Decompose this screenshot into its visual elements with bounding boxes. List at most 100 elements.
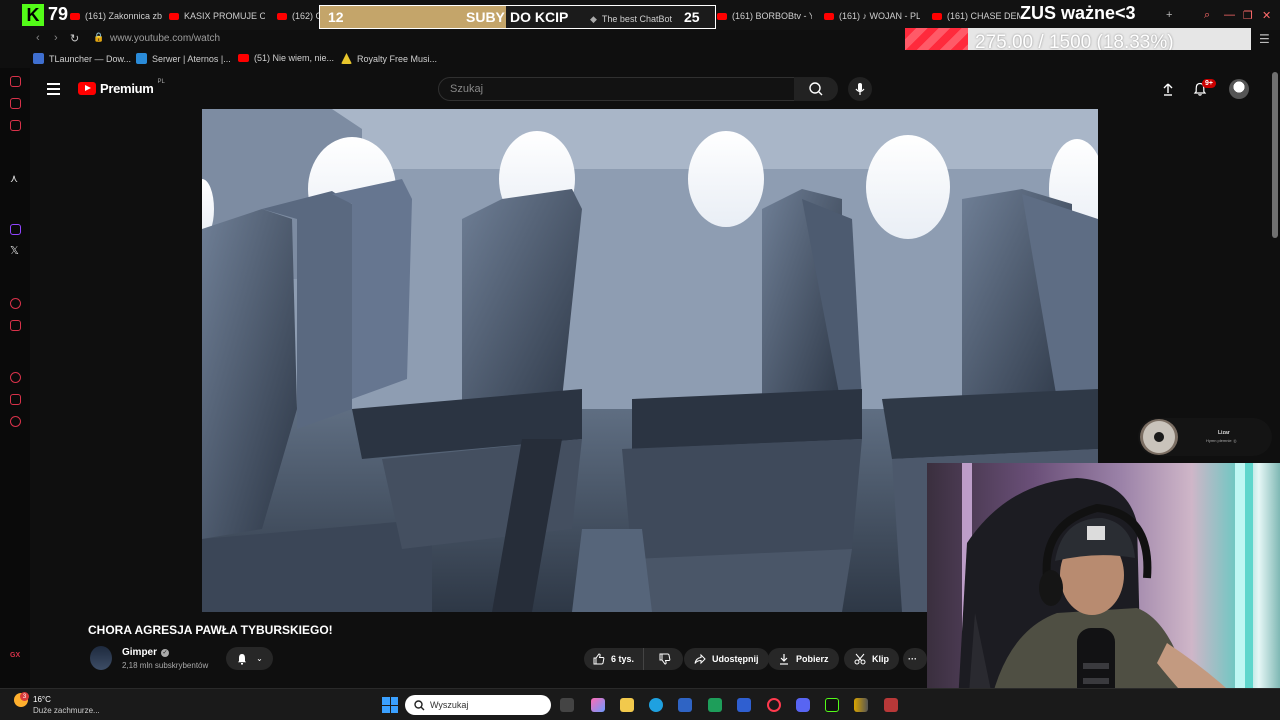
- app-icon[interactable]: [854, 698, 868, 712]
- thumbs-down-icon: [659, 653, 671, 665]
- share-icon: [694, 653, 706, 665]
- copilot-icon[interactable]: [591, 698, 605, 712]
- clip-button[interactable]: Klip: [844, 648, 899, 670]
- bookmark-item[interactable]: TLauncher — Dow...: [33, 53, 131, 64]
- download-button[interactable]: Pobierz: [768, 648, 839, 670]
- history-icon[interactable]: [10, 372, 21, 383]
- sidebar-app-icon[interactable]: [10, 120, 21, 131]
- bookmark-item[interactable]: (51) Nie wiem, nie...: [238, 53, 334, 63]
- forward-icon[interactable]: ›: [54, 32, 58, 44]
- subscriber-count: 2,18 mln subskrybentów: [122, 661, 209, 670]
- youtube-icon: [932, 12, 942, 20]
- sidebar-app-icon[interactable]: [10, 98, 21, 109]
- search-input[interactable]: Szukaj: [438, 77, 824, 101]
- sidebar-app-icon[interactable]: [10, 320, 21, 331]
- store-icon[interactable]: [678, 698, 692, 712]
- excel-icon[interactable]: [708, 698, 722, 712]
- tab-label: KASIX PROMUJE OF: [184, 11, 265, 21]
- goal-right-number: 25: [684, 9, 700, 25]
- tab-label: The best ChatBot: [601, 14, 672, 24]
- discord-icon[interactable]: [796, 698, 810, 712]
- sub-goal-overlay: 12 SUBY DO KCIP ◆ The best ChatBot 25: [319, 5, 716, 29]
- voice-search-button[interactable]: [848, 77, 872, 101]
- bell-icon: [238, 653, 247, 664]
- upload-icon[interactable]: [1161, 82, 1175, 96]
- back-icon[interactable]: ‹: [36, 32, 40, 44]
- download-icon: [780, 654, 788, 665]
- opera-gx-icon[interactable]: [767, 698, 781, 712]
- chatbot-icon: ◆: [590, 13, 597, 24]
- browser-tab[interactable]: (161) CHASE DEMO: [932, 8, 1020, 24]
- youtube-icon: [169, 12, 179, 20]
- more-actions-button[interactable]: ···: [903, 648, 927, 670]
- taskbar-search-placeholder: Wyszukaj: [430, 700, 469, 710]
- youtube-play-icon: [78, 82, 96, 95]
- tab-label: (162) C: [292, 11, 319, 21]
- file-explorer-icon[interactable]: [620, 698, 634, 712]
- browser-tab[interactable]: (161) BORBOBtv - Yo: [717, 8, 812, 24]
- url-field[interactable]: www.youtube.com/watch: [110, 33, 220, 44]
- sidebar-app-icon[interactable]: [10, 76, 21, 87]
- youtube-logo[interactable]: Premium PL: [78, 79, 165, 96]
- start-menu-icon[interactable]: [382, 697, 398, 713]
- goal-left-segment: 12 SUBY: [320, 6, 506, 28]
- dislike-button[interactable]: [650, 648, 680, 670]
- minimize-icon[interactable]: —: [1224, 9, 1235, 21]
- edge-icon[interactable]: [649, 698, 663, 712]
- avatar[interactable]: [1229, 79, 1249, 99]
- browser-tab[interactable]: KASIX PROMUJE OF: [169, 8, 265, 24]
- task-view-icon[interactable]: [560, 698, 574, 712]
- browser-tab[interactable]: (162) C: [277, 8, 319, 24]
- tab-label: (161) BORBOBtv - Yo: [732, 11, 812, 21]
- browser-tab[interactable]: (161) ♪ WOJAN - PL: [824, 8, 920, 24]
- new-tab-icon[interactable]: +: [1166, 9, 1172, 21]
- sidebar-app-icon[interactable]: [10, 298, 21, 309]
- youtube-header: Premium PL Szukaj 9+: [30, 70, 1280, 108]
- gx-icon[interactable]: GX: [10, 652, 20, 659]
- bookmark-item[interactable]: Royalty Free Musi...: [341, 53, 437, 64]
- share-label: Udostępnij: [712, 654, 759, 664]
- goal-left-number: 12: [328, 9, 344, 25]
- lock-icon: 🔒: [93, 32, 105, 42]
- tab-label: (161) CHASE DEMO: [947, 11, 1020, 21]
- close-icon[interactable]: ✕: [1262, 9, 1271, 22]
- logo-text: Premium: [100, 81, 154, 96]
- browser-menu-icon[interactable]: ☰: [1259, 32, 1270, 46]
- kick-app-icon[interactable]: [825, 698, 839, 712]
- youtube-icon: [717, 12, 727, 20]
- page-scrollbar[interactable]: [1272, 72, 1278, 238]
- browser-tab[interactable]: ◆ The best ChatBot: [590, 11, 682, 27]
- search-button[interactable]: [794, 77, 838, 101]
- sidebar-app-icon[interactable]: [10, 394, 21, 405]
- subscribed-notifications-button[interactable]: ⌄: [226, 647, 273, 670]
- video-title: CHORA AGRESJA PAWŁA TYBURSKIEGO!: [88, 623, 333, 637]
- settings-icon[interactable]: [10, 416, 21, 427]
- tlauncher-icon: [33, 53, 44, 64]
- weather-temperature[interactable]: 16°C: [33, 695, 51, 704]
- scissors-icon: [854, 653, 866, 665]
- taskbar-search[interactable]: Wyszukaj: [405, 695, 551, 715]
- bookmarks-bar: TLauncher — Dow... Serwer | Aternos |...…: [0, 50, 1280, 68]
- vpn-icon[interactable]: [737, 698, 751, 712]
- app-icon[interactable]: [884, 698, 898, 712]
- channel-name[interactable]: Gimper ✓: [122, 647, 170, 658]
- reload-icon[interactable]: ↻: [70, 32, 79, 45]
- share-button[interactable]: Udostępnij: [684, 648, 769, 670]
- weather-description[interactable]: Duże zachmurze...: [33, 706, 100, 715]
- channel-avatar[interactable]: [90, 646, 112, 670]
- twitch-icon[interactable]: [10, 224, 21, 235]
- x-icon[interactable]: 𝕏: [10, 244, 19, 257]
- search-placeholder: Szukaj: [450, 83, 484, 95]
- maximize-icon[interactable]: ❐: [1243, 9, 1253, 22]
- youtube-icon: [70, 12, 80, 20]
- menu-icon[interactable]: [47, 83, 60, 98]
- bookmark-label: Serwer | Aternos |...: [152, 53, 231, 64]
- arc-icon[interactable]: ⋏: [10, 172, 18, 185]
- warning-icon: [341, 53, 352, 64]
- bookmark-item[interactable]: Serwer | Aternos |...: [136, 53, 231, 64]
- weather-badge: 3: [20, 692, 29, 701]
- search-tabs-icon[interactable]: ⌕: [1204, 9, 1210, 22]
- like-button[interactable]: 6 tys.: [584, 648, 645, 670]
- chat-message: Hymn plemnie :)): [1206, 438, 1237, 443]
- browser-tab[interactable]: (161) Zakonnica zbie: [70, 8, 162, 24]
